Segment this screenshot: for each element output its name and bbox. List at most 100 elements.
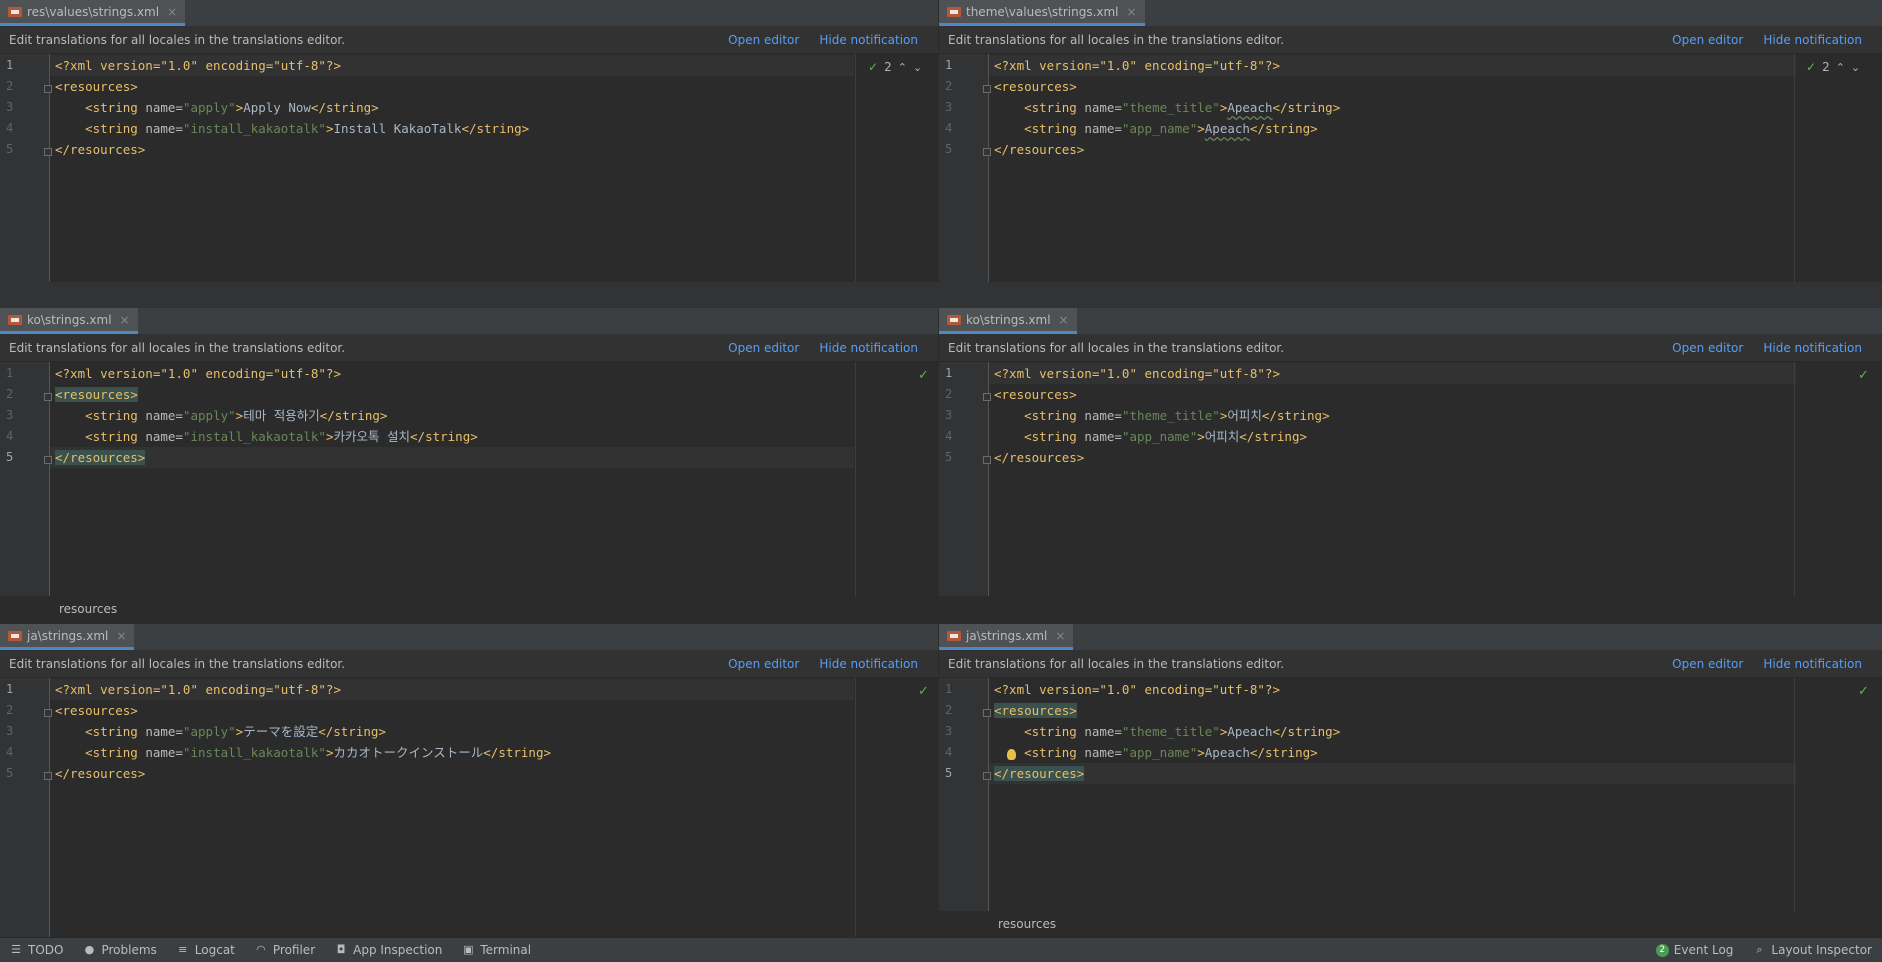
notification-message: Edit translations for all locales in the…: [948, 341, 1285, 355]
line-number: 2: [945, 79, 953, 93]
fold-marker-icon[interactable]: [983, 772, 991, 780]
tab-ko-strings[interactable]: ko\strings.xml ×: [939, 308, 1077, 334]
open-editor-link[interactable]: Open editor: [728, 657, 799, 671]
close-tab-icon[interactable]: ×: [116, 629, 126, 643]
line-number: 1: [945, 682, 953, 696]
hide-notification-link[interactable]: Hide notification: [1763, 341, 1862, 355]
hide-notification-link[interactable]: Hide notification: [819, 341, 918, 355]
chevron-up-icon[interactable]: ⌃: [898, 61, 907, 74]
close-tab-icon[interactable]: ×: [120, 313, 130, 327]
tool-profiler[interactable]: ◠ Profiler: [255, 943, 315, 957]
code-line: <string name="install_kakaotalk">カカオトークイ…: [85, 745, 551, 760]
code-editor[interactable]: 1 2 3 4 5 <?xml version="1.0" encoding="…: [939, 362, 1882, 596]
hide-notification-link[interactable]: Hide notification: [1763, 657, 1862, 671]
hide-notification-link[interactable]: Hide notification: [819, 657, 918, 671]
fold-marker-icon[interactable]: [44, 148, 52, 156]
check-icon[interactable]: ✓: [1858, 368, 1869, 383]
code-editor[interactable]: 1 2 3 4 5 <?xml version="1.0" encoding="…: [0, 678, 938, 937]
breadcrumb-item[interactable]: resources: [998, 917, 1056, 931]
open-editor-link[interactable]: Open editor: [1672, 341, 1743, 355]
fold-marker-icon[interactable]: [44, 393, 52, 401]
breadcrumb[interactable]: resources: [0, 596, 938, 622]
chevron-down-icon[interactable]: ⌄: [1851, 61, 1860, 74]
fold-marker-icon[interactable]: [44, 85, 52, 93]
fold-marker-icon[interactable]: [44, 772, 52, 780]
close-tab-icon[interactable]: ×: [1127, 5, 1137, 19]
breadcrumb-item[interactable]: resources: [59, 602, 117, 616]
tool-todo[interactable]: ☰ TODO: [10, 943, 63, 957]
code-editor[interactable]: 1 2 3 4 5 <?xml version="1.0" encoding="…: [0, 362, 938, 596]
hide-notification-link[interactable]: Hide notification: [1763, 33, 1862, 47]
xml-file-icon: [947, 629, 961, 642]
tab-ja-strings[interactable]: ja\strings.xml ×: [0, 624, 135, 650]
xml-file-icon: [8, 5, 22, 18]
close-tab-icon[interactable]: ×: [1059, 313, 1069, 327]
code-line: <string name="app_name">Apeach</string>: [1024, 745, 1318, 760]
check-icon[interactable]: ✓: [1858, 684, 1869, 699]
chevron-up-icon[interactable]: ⌃: [1836, 61, 1845, 74]
code-editor[interactable]: 1 2 3 4 5 <?xml version="1.0" encoding="…: [939, 54, 1882, 282]
editor-pane-res-values: res\values\strings.xml × Edit translatio…: [0, 0, 938, 282]
line-gutter: 1 2 3 4 5: [939, 678, 989, 911]
check-icon[interactable]: ✓: [918, 684, 929, 699]
line-gutter: 1 2 3 4 5: [0, 678, 50, 937]
code-text[interactable]: <?xml version="1.0" encoding="utf-8"?> <…: [994, 54, 1882, 282]
tab-bar: ko\strings.xml ×: [939, 308, 1882, 335]
code-text[interactable]: <?xml version="1.0" encoding="utf-8"?> <…: [55, 678, 938, 937]
inspection-widget[interactable]: ✓ 2 ⌃ ⌄: [1806, 60, 1860, 74]
tab-theme-values-strings[interactable]: theme\values\strings.xml ×: [939, 0, 1145, 26]
line-number: 5: [945, 450, 953, 464]
code-line: <string name="theme_title">어피치</string>: [1024, 408, 1330, 423]
gauge-icon: ◠: [256, 943, 266, 956]
line-number: 4: [945, 745, 953, 759]
code-line: <resources>: [55, 387, 138, 402]
tab-res-values-strings[interactable]: res\values\strings.xml ×: [0, 0, 186, 26]
tab-bar: ja\strings.xml ×: [939, 624, 1882, 651]
tool-problems[interactable]: ● Problems: [83, 943, 157, 957]
breadcrumb[interactable]: resources: [939, 911, 1882, 937]
code-line: <?xml version="1.0" encoding="utf-8"?>: [55, 58, 341, 73]
close-tab-icon[interactable]: ×: [167, 5, 177, 19]
open-editor-link[interactable]: Open editor: [728, 33, 799, 47]
xml-file-icon: [947, 313, 961, 326]
tool-event-log[interactable]: 2 Event Log: [1655, 943, 1733, 957]
event-log-badge: 2: [1655, 943, 1669, 957]
code-text[interactable]: <?xml version="1.0" encoding="utf-8"?> <…: [994, 678, 1882, 911]
code-text[interactable]: <?xml version="1.0" encoding="utf-8"?> <…: [55, 54, 938, 282]
tab-label: res\values\strings.xml: [27, 4, 160, 19]
fold-marker-icon[interactable]: [983, 148, 991, 156]
open-editor-link[interactable]: Open editor: [728, 341, 799, 355]
check-icon[interactable]: ✓: [918, 368, 929, 383]
tool-layout-inspector[interactable]: ⌕ Layout Inspector: [1753, 943, 1872, 957]
tab-bar: res\values\strings.xml ×: [0, 0, 938, 27]
tool-terminal[interactable]: ▣ Terminal: [462, 943, 531, 957]
code-editor[interactable]: 1 2 3 4 5 <?xml version="1.0" encoding="…: [939, 678, 1882, 911]
chevron-down-icon[interactable]: ⌄: [913, 61, 922, 74]
fold-marker-icon[interactable]: [44, 456, 52, 464]
notification-message: Edit translations for all locales in the…: [9, 33, 346, 47]
code-line: <string name="theme_title">Apeach</strin…: [1024, 100, 1341, 115]
code-line: <resources>: [994, 387, 1077, 402]
fold-marker-icon[interactable]: [44, 709, 52, 717]
horizontal-splitter[interactable]: [0, 282, 1882, 308]
fold-marker-icon[interactable]: [983, 456, 991, 464]
hide-notification-link[interactable]: Hide notification: [819, 33, 918, 47]
tool-logcat[interactable]: ≡ Logcat: [177, 943, 235, 957]
code-text[interactable]: <?xml version="1.0" encoding="utf-8"?> <…: [55, 362, 938, 596]
fold-marker-icon[interactable]: [983, 85, 991, 93]
code-editor[interactable]: 1 2 3 4 5 <?xml version="1.0" encoding="…: [0, 54, 938, 282]
line-number: 4: [945, 121, 953, 135]
close-tab-icon[interactable]: ×: [1055, 629, 1065, 643]
code-line: </resources>: [55, 766, 146, 781]
tool-app-inspection[interactable]: ◘ App Inspection: [335, 943, 443, 957]
tab-ja-strings[interactable]: ja\strings.xml ×: [939, 624, 1074, 650]
code-line: <resources>: [994, 703, 1077, 718]
fold-marker-icon[interactable]: [983, 709, 991, 717]
tab-ko-strings[interactable]: ko\strings.xml ×: [0, 308, 138, 334]
inspection-widget[interactable]: ✓ 2 ⌃ ⌄: [868, 60, 922, 74]
open-editor-link[interactable]: Open editor: [1672, 657, 1743, 671]
code-text[interactable]: <?xml version="1.0" encoding="utf-8"?> <…: [994, 362, 1882, 596]
fold-marker-icon[interactable]: [983, 393, 991, 401]
open-editor-link[interactable]: Open editor: [1672, 33, 1743, 47]
android-icon: ◘: [336, 943, 346, 956]
